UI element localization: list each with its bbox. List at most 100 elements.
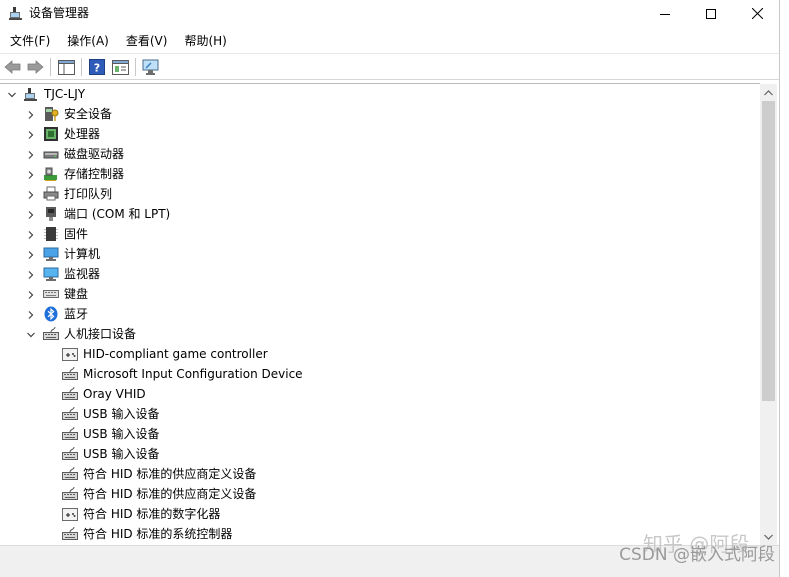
help-button[interactable]: ? <box>88 58 106 76</box>
tree-item-label: 人机接口设备 <box>64 327 137 341</box>
processor-icon <box>43 126 59 142</box>
tree-category[interactable]: 蓝牙 <box>0 304 760 324</box>
monitor-icon <box>43 266 59 282</box>
close-button[interactable] <box>734 0 780 27</box>
tree-item-label: 符合 HID 标准的数字化器 <box>83 507 221 521</box>
tree-item-label: USB 输入设备 <box>83 447 160 461</box>
tree-item-label: 固件 <box>64 227 89 241</box>
menu-help[interactable]: 帮助(H) <box>174 31 233 51</box>
svg-text:?: ? <box>94 62 100 75</box>
show-hide-console-tree-button[interactable] <box>57 58 75 76</box>
tree-category[interactable]: 处理器 <box>0 124 760 144</box>
maximize-icon <box>706 8 716 19</box>
menu-view[interactable]: 查看(V) <box>116 31 175 51</box>
chevron-right-icon <box>28 311 34 319</box>
toolbar-separator <box>50 58 51 76</box>
hid-icon <box>62 486 78 502</box>
tree-category[interactable]: 人机接口设备 <box>0 324 760 344</box>
watermark-csdn: CSDN @嵌入式阿段 <box>619 545 775 565</box>
tree-category[interactable]: 计算机 <box>0 244 760 264</box>
expand-toggle[interactable] <box>26 289 36 299</box>
tree-category[interactable]: 固件 <box>0 224 760 244</box>
chevron-down-icon <box>27 332 35 338</box>
expand-toggle[interactable] <box>26 209 36 219</box>
tree-item-label: 监视器 <box>64 267 101 281</box>
menu-action[interactable]: 操作(A) <box>57 31 116 51</box>
expand-toggle[interactable] <box>26 149 36 159</box>
back-button[interactable] <box>4 58 22 76</box>
collapse-toggle[interactable] <box>7 89 17 99</box>
forward-button[interactable] <box>26 58 44 76</box>
toolbar-separator <box>81 58 82 76</box>
expand-toggle[interactable] <box>26 189 36 199</box>
tree-item-label: 存储控制器 <box>64 167 125 181</box>
toolbar-separator <box>135 58 136 76</box>
back-arrow-icon <box>4 60 21 74</box>
console-tree-icon <box>57 59 75 75</box>
menu-bar: 文件(F) 操作(A) 查看(V) 帮助(H) <box>0 30 779 51</box>
tree-device-item[interactable]: Microsoft Input Configuration Device <box>0 364 760 384</box>
firmware-icon <box>43 226 59 242</box>
expand-toggle[interactable] <box>26 269 36 279</box>
collapse-toggle[interactable] <box>26 329 36 339</box>
tree-item-label: 键盘 <box>64 287 89 301</box>
chevron-right-icon <box>28 151 34 159</box>
tree-category[interactable]: 存储控制器 <box>0 164 760 184</box>
hid-icon <box>62 466 78 482</box>
menu-file[interactable]: 文件(F) <box>0 31 57 51</box>
tree-category[interactable]: 键盘 <box>0 284 760 304</box>
storage-controller-icon <box>43 166 59 182</box>
tree-device-item[interactable]: USB 输入设备 <box>0 404 760 424</box>
tree-item-label: USB 输入设备 <box>83 427 160 441</box>
scroll-up-button[interactable] <box>760 84 777 101</box>
chevron-right-icon <box>28 211 34 219</box>
tree-category[interactable]: 安全设备 <box>0 104 760 124</box>
hid-icon <box>62 386 78 402</box>
properties-button[interactable] <box>111 58 129 76</box>
chevron-right-icon <box>28 251 34 259</box>
properties-icon <box>111 59 129 75</box>
hid-icon <box>62 406 78 422</box>
tree-root-computer[interactable]: TJC-LJY <box>0 84 760 104</box>
tree-category[interactable]: 打印队列 <box>0 184 760 204</box>
expand-toggle[interactable] <box>26 169 36 179</box>
minimize-button[interactable] <box>642 0 688 27</box>
chevron-down-icon <box>8 92 16 98</box>
tree-device-item[interactable]: Oray VHID <box>0 384 760 404</box>
title-bar: 设备管理器 <box>0 0 779 27</box>
tree-category[interactable]: 磁盘驱动器 <box>0 144 760 164</box>
expand-toggle[interactable] <box>26 309 36 319</box>
computer-root-icon <box>23 86 39 102</box>
device-manager-app-icon <box>8 5 24 21</box>
expand-toggle[interactable] <box>26 249 36 259</box>
tree-device-item[interactable]: HID-compliant game controller <box>0 344 760 364</box>
tree-item-label: 计算机 <box>64 247 101 261</box>
expand-toggle[interactable] <box>26 109 36 119</box>
tree-device-item[interactable]: USB 输入设备 <box>0 444 760 464</box>
hid-icon <box>62 366 78 382</box>
port-icon <box>43 206 59 222</box>
tree-category[interactable]: 监视器 <box>0 264 760 284</box>
tree-category[interactable]: 端口 (COM 和 LPT) <box>0 204 760 224</box>
chevron-right-icon <box>28 231 34 239</box>
chevron-right-icon <box>28 191 34 199</box>
scroll-thumb[interactable] <box>762 101 775 401</box>
hid-icon <box>62 426 78 442</box>
forward-arrow-icon <box>27 60 44 74</box>
bluetooth-icon <box>43 306 59 322</box>
help-icon: ? <box>89 59 105 75</box>
maximize-button[interactable] <box>688 0 734 27</box>
vertical-scrollbar[interactable] <box>760 84 777 545</box>
chevron-up-icon <box>764 89 773 95</box>
tree-item-label: 打印队列 <box>64 187 113 201</box>
expand-toggle[interactable] <box>26 229 36 239</box>
scan-hardware-button[interactable] <box>142 58 160 76</box>
device-manager-window: 设备管理器 文件(F) 操作(A) 查看(V) 帮助(H) ? TJC-LJY … <box>0 0 780 577</box>
tree-device-item[interactable]: 符合 HID 标准的供应商定义设备 <box>0 484 760 504</box>
tree-device-item[interactable]: USB 输入设备 <box>0 424 760 444</box>
minimize-icon <box>660 13 670 15</box>
tree-device-item[interactable]: 符合 HID 标准的供应商定义设备 <box>0 464 760 484</box>
game-controller-icon <box>62 506 78 522</box>
tree-device-item[interactable]: 符合 HID 标准的数字化器 <box>0 504 760 524</box>
expand-toggle[interactable] <box>26 129 36 139</box>
